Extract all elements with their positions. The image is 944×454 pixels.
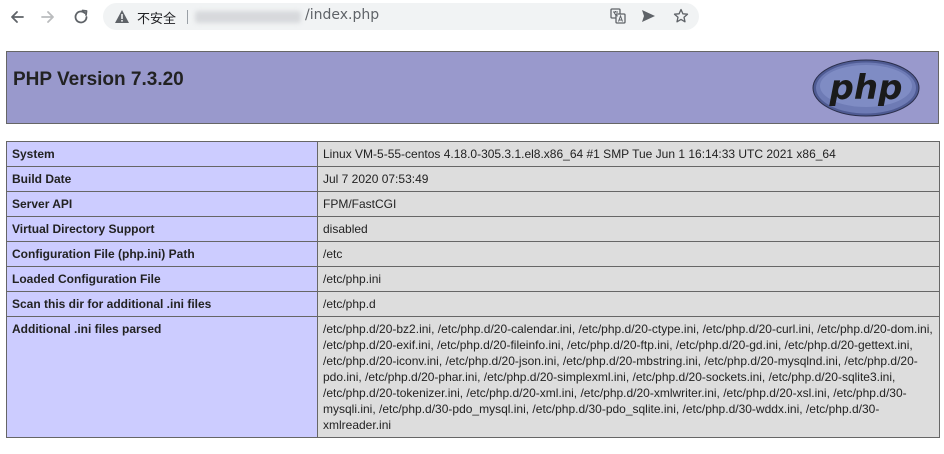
row-value: /etc/php.d/20-bz2.ini, /etc/php.d/20-cal… — [317, 316, 940, 438]
blurred-hostname — [195, 11, 301, 23]
row-key: Loaded Configuration File — [6, 266, 318, 292]
star-icon[interactable] — [673, 8, 689, 24]
php-logo-icon: php — [812, 59, 920, 117]
row-key: Scan this dir for additional .ini files — [6, 291, 318, 317]
row-value: /etc — [317, 241, 940, 267]
arrow-right-icon — [41, 11, 54, 23]
send-icon[interactable] — [640, 8, 656, 24]
table-row: Virtual Directory Support disabled — [6, 216, 940, 242]
table-row: Loaded Configuration File /etc/php.ini — [6, 266, 940, 292]
table-row: Build Date Jul 7 2020 07:53:49 — [6, 166, 940, 192]
separator — [187, 10, 188, 24]
row-key: Virtual Directory Support — [6, 216, 318, 242]
row-value: /etc/php.d — [317, 291, 940, 317]
row-value: disabled — [317, 216, 940, 242]
table-row: Additional .ini files parsed /etc/php.d/… — [6, 316, 940, 438]
table-row: Configuration File (php.ini) Path /etc — [6, 241, 940, 267]
warning-triangle-icon[interactable] — [114, 9, 130, 24]
row-key: Build Date — [6, 166, 318, 192]
php-logo-text: php — [829, 68, 903, 108]
browser-toolbar: 不安全 /index.php — [0, 0, 944, 33]
php-info-table: System Linux VM-5-55-centos 4.18.0-305.3… — [6, 141, 940, 438]
forward-button[interactable] — [36, 5, 60, 29]
row-value: FPM/FastCGI — [317, 191, 940, 217]
row-value: Linux VM-5-55-centos 4.18.0-305.3.1.el8.… — [317, 141, 940, 167]
arrow-left-icon — [11, 11, 24, 23]
security-label[interactable]: 不安全 — [137, 8, 176, 27]
translate-icon[interactable] — [610, 8, 626, 24]
row-key: Additional .ini files parsed — [6, 316, 318, 438]
reload-icon — [74, 9, 88, 24]
row-key: Server API — [6, 191, 318, 217]
back-button[interactable] — [5, 5, 29, 29]
table-row: System Linux VM-5-55-centos 4.18.0-305.3… — [6, 141, 940, 167]
row-value: Jul 7 2020 07:53:49 — [317, 166, 940, 192]
table-row: Server API FPM/FastCGI — [6, 191, 940, 217]
table-row: Scan this dir for additional .ini files … — [6, 291, 940, 317]
url-path[interactable]: /index.php — [305, 7, 379, 23]
reload-button[interactable] — [69, 5, 93, 29]
row-key: Configuration File (php.ini) Path — [6, 241, 318, 267]
page-title: PHP Version 7.3.20 — [13, 69, 184, 90]
address-bar[interactable]: 不安全 /index.php — [103, 3, 699, 30]
php-version-header: PHP Version 7.3.20 php — [6, 51, 939, 124]
row-value: /etc/php.ini — [317, 266, 940, 292]
row-key: System — [6, 141, 318, 167]
